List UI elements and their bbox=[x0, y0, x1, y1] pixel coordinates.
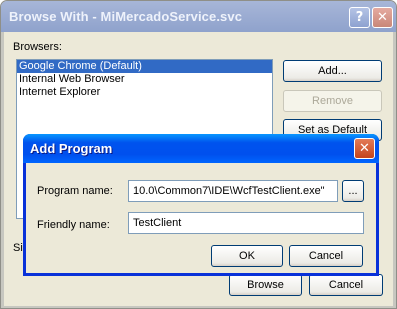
browse-with-title: Browse With - MiMercadoService.svc bbox=[9, 9, 243, 24]
browser-item-internal-web-browser[interactable]: Internal Web Browser bbox=[17, 73, 272, 86]
browser-item-internet-explorer[interactable]: Internet Explorer bbox=[17, 86, 272, 99]
browse-program-button[interactable]: ... bbox=[342, 180, 364, 202]
add-program-body: Program name: 10.0\Common7\IDE\WcfTestCl… bbox=[26, 163, 376, 273]
add-button[interactable]: Add... bbox=[283, 60, 382, 82]
help-button[interactable]: ? bbox=[349, 7, 370, 28]
remove-button[interactable]: Remove bbox=[283, 90, 382, 112]
program-name-label: Program name: bbox=[37, 185, 113, 197]
add-program-dialog: Add Program ✕ Program name: 10.0\Common7… bbox=[23, 134, 379, 276]
close-icon[interactable]: ✕ bbox=[372, 7, 393, 28]
add-program-cancel-button[interactable]: Cancel bbox=[289, 245, 363, 267]
outer-cancel-button[interactable]: Cancel bbox=[309, 274, 383, 296]
ok-button[interactable]: OK bbox=[211, 245, 283, 267]
browse-with-title-bar[interactable]: Browse With - MiMercadoService.svc ? ✕ bbox=[1, 1, 396, 32]
add-program-title: Add Program bbox=[30, 141, 113, 156]
program-name-field[interactable]: 10.0\Common7\IDE\WcfTestClient.exe" bbox=[128, 180, 338, 202]
browse-button[interactable]: Browse bbox=[229, 274, 302, 296]
partial-label: Si bbox=[13, 242, 23, 254]
browser-item-google-chrome[interactable]: Google Chrome (Default) bbox=[17, 60, 272, 73]
browsers-label: Browsers: bbox=[13, 41, 62, 53]
add-program-title-bar[interactable]: Add Program ✕ bbox=[23, 134, 379, 163]
friendly-name-label: Friendly name: bbox=[37, 219, 110, 231]
add-program-close-icon[interactable]: ✕ bbox=[354, 138, 375, 159]
friendly-name-field[interactable]: TestClient bbox=[128, 212, 364, 234]
